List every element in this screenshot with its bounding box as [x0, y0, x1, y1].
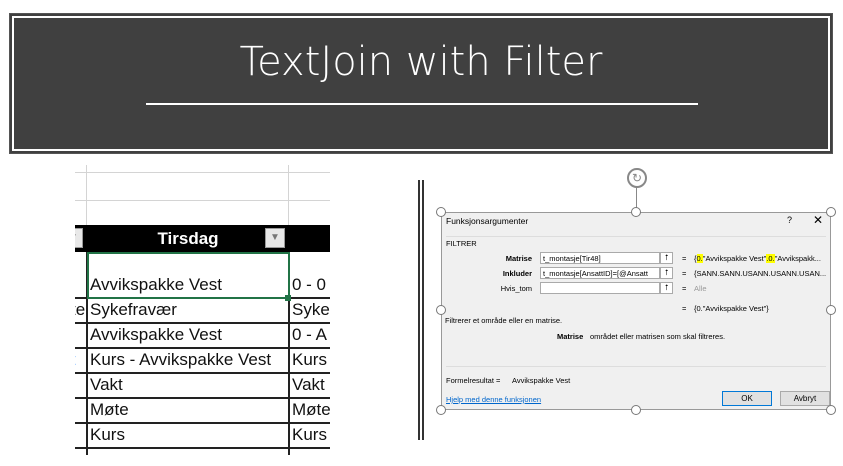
formula-result: Avvikspakke Vest [512, 376, 571, 385]
resize-handle[interactable] [826, 405, 836, 415]
hvis-tom-result: Alle [694, 284, 707, 293]
cell: Avvikspakke Vest [90, 325, 222, 344]
cell: Kurs [292, 425, 327, 444]
equals: = [682, 269, 687, 278]
arg-label-matrise: Matrise [505, 254, 532, 263]
cell: Kurs - Avvikspakke Vest [90, 350, 272, 369]
arg-label-hvis-tom: Hvis_tom [500, 284, 532, 293]
cell: Sykefravær [90, 300, 177, 319]
table-row[interactable]: Møte Møte [75, 399, 330, 424]
equals: = [682, 304, 687, 313]
resize-handle[interactable] [631, 405, 641, 415]
table-row[interactable]: t Kurs - Avvikspakke Vest Kurs [75, 349, 330, 374]
matrise-input[interactable]: t_montasje[Tir48] [540, 252, 660, 264]
hvis-tom-input[interactable] [540, 282, 660, 294]
equals: = [682, 254, 687, 263]
cell: te [75, 300, 86, 319]
table-row[interactable]: Kurs Kurs [75, 424, 330, 449]
arg-label-inkluder: Inkluder [502, 269, 532, 278]
filter-dropdown-prev[interactable]: ▼ [75, 228, 83, 248]
spreadsheet: ▼ Tirsdag ▼ Avvikspakke Vest0 - 0 teSyke… [75, 165, 330, 455]
close-icon[interactable]: ✕ [813, 213, 823, 227]
title-underline [146, 103, 698, 105]
table-row[interactable]: Avvikspakke Vest 0 - A [75, 324, 330, 349]
arg-description: området eller matrisen som skal filtrere… [590, 332, 726, 341]
resize-handle[interactable] [826, 305, 836, 315]
formula-result-label: Formelresultat = [446, 376, 501, 385]
inkluder-input[interactable]: t_montasje[AnsattID]=[@Ansatt [540, 267, 660, 279]
cell: Kurs [292, 350, 327, 369]
fill-handle[interactable] [285, 295, 291, 301]
cell: t [75, 350, 76, 370]
equals: = [682, 284, 687, 293]
title-banner: TextJoin with Filter [10, 14, 832, 153]
matrise-result: {0."Avvikspakke Vest".0."Avvikspakk... [694, 254, 821, 263]
inkluder-result: {SANN.SANN.USANN.USANN.USAN... [694, 269, 827, 278]
function-description: Filtrerer et område eller en matrise. [445, 316, 563, 325]
table-row[interactable]: teSykefravær Syke [75, 299, 330, 324]
cancel-button[interactable]: Avbryt [780, 391, 830, 406]
function-name: FILTRER [446, 239, 477, 248]
gridline [75, 200, 330, 201]
cell: Vakt [292, 375, 325, 394]
cell: Møte [292, 400, 330, 419]
table-row[interactable]: Vakt Vakt [75, 374, 330, 399]
resize-handle[interactable] [436, 405, 446, 415]
cell: Vakt [90, 375, 123, 394]
collapse-dialog-icon[interactable]: ⭡ [660, 267, 673, 279]
cell: Møte [90, 400, 129, 419]
help-link[interactable]: Hjelp med denne funksjonen [446, 395, 541, 404]
table-header: ▼ Tirsdag ▼ [75, 225, 330, 252]
rotate-handle-icon[interactable]: ↻ [627, 168, 647, 188]
divider [418, 180, 424, 440]
banner-title: TextJoin with Filter [239, 39, 603, 85]
collapse-dialog-icon[interactable]: ⭡ [660, 282, 673, 294]
rotate-stem [636, 188, 637, 208]
dialog-title: Funksjonsargumenter [446, 216, 529, 226]
overall-result: {0."Avvikspakke Vest"} [694, 304, 769, 313]
separator [446, 366, 826, 367]
resize-handle[interactable] [436, 305, 446, 315]
help-icon[interactable]: ? [787, 215, 792, 225]
filter-dropdown-tirsdag[interactable]: ▼ [265, 228, 285, 248]
cell: Kurs [90, 425, 125, 444]
cell: 0 - A [292, 325, 327, 344]
cell: 0 - 0 [292, 275, 327, 294]
header-tirsdag: Tirsdag [157, 229, 219, 248]
gridline [75, 172, 330, 173]
resize-handle[interactable] [826, 207, 836, 217]
resize-handle[interactable] [436, 207, 446, 217]
resize-handle[interactable] [631, 207, 641, 217]
arg-name: Matrise [557, 332, 584, 341]
ok-button[interactable]: OK [722, 391, 772, 406]
collapse-dialog-icon[interactable]: ⭡ [660, 252, 673, 264]
cell: Syke [292, 300, 330, 319]
selected-cell[interactable] [87, 252, 290, 299]
function-arguments-dialog: Funksjonsargumenter ? ✕ FILTRER Matrise … [441, 212, 831, 410]
